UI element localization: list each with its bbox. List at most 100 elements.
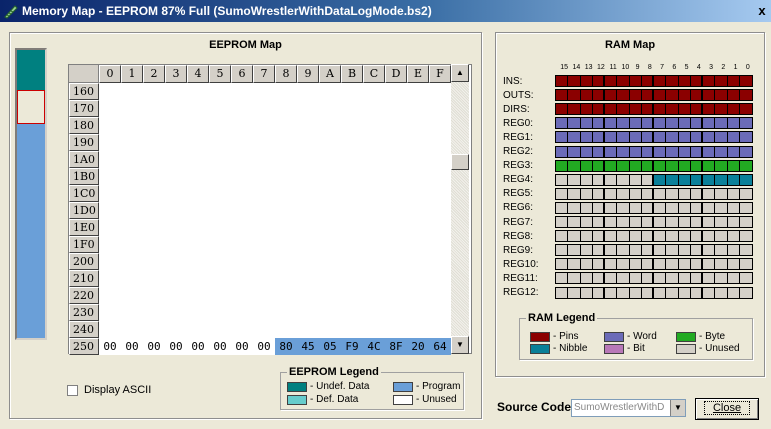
bit-number: 1 [733,64,738,71]
scroll-thumb[interactable] [451,154,469,170]
eeprom-cell [429,134,451,151]
eeprom-overview-bar[interactable] [15,48,47,340]
bit-number: 11 [609,64,617,71]
column-header: D [385,65,407,83]
ram-bit-cell [739,146,752,157]
eeprom-scrollbar[interactable]: ▲ ▼ [451,64,469,354]
eeprom-cell [121,304,143,321]
ram-bit-cell [654,132,667,143]
eeprom-cell [319,185,341,202]
ram-bit-cell [654,273,667,284]
ram-bit-cell [629,104,642,115]
ram-cells [555,258,753,271]
ram-bit-cell [605,76,618,86]
eeprom-cell [341,253,363,270]
ram-bit-cell [715,132,728,143]
eeprom-row: 1D0 [69,202,451,219]
ram-bit-cell [739,273,752,284]
eeprom-cell [363,168,385,185]
eeprom-cell: 00 [121,338,143,355]
eeprom-cell: 80 [275,338,297,355]
eeprom-row: 1A0 [69,151,451,168]
row-address: 1D0 [69,202,99,219]
ram-register-label: INS: [503,75,523,87]
ram-bit-cell [715,287,728,298]
eeprom-cell [275,83,297,100]
eeprom-cell [121,151,143,168]
ram-cells [555,272,753,285]
eeprom-cell [385,185,407,202]
eeprom-cell [341,321,363,338]
eeprom-cell [165,202,187,219]
ram-bit-cell [666,146,679,157]
ram-bit-cell [556,273,569,284]
eeprom-cell [319,168,341,185]
ram-register-label: REG0: [503,117,534,129]
ram-row: REG7: [503,216,753,228]
ram-bit-cell [739,188,752,199]
eeprom-cell [429,100,451,117]
ram-bit-cell [727,118,740,129]
ram-bit-cell [556,160,569,171]
bit-numbers: 15 14 13 12 11 10 9 8 7 6 5 4 3 2 1 0 [558,64,754,71]
ram-bit-cell [629,174,642,185]
close-button[interactable]: Close [695,398,759,420]
ram-cells [555,286,753,299]
legend-program-label: - Program [416,381,461,392]
close-window-button[interactable]: x [755,2,769,20]
ram-bit-cell [556,118,569,129]
eeprom-cell [297,168,319,185]
eeprom-cell [275,304,297,321]
overview-view-window[interactable] [17,90,45,124]
scroll-up-button[interactable]: ▲ [451,64,469,82]
eeprom-cell [341,100,363,117]
eeprom-cell [363,185,385,202]
eeprom-cell [407,219,429,236]
eeprom-cell [121,287,143,304]
ram-bit-cell [605,245,618,256]
source-code-select[interactable]: SumoWrestlerWithD ▼ [571,399,686,417]
eeprom-cell [297,202,319,219]
ram-bit-cell [727,104,740,115]
eeprom-cell [297,151,319,168]
eeprom-cell [429,287,451,304]
eeprom-cell [165,236,187,253]
ram-bit-cell [568,202,581,213]
eeprom-cell [407,202,429,219]
row-address: 190 [69,134,99,151]
column-header: F [429,65,451,83]
ram-bit-cell [690,273,703,284]
eeprom-cell [253,100,275,117]
ram-bit-cell [580,202,593,213]
display-ascii-checkbox[interactable]: Display ASCII [67,384,151,396]
eeprom-cell [407,304,429,321]
ram-bit-cell [715,76,728,86]
ram-bit-cell [605,188,618,199]
chevron-down-icon[interactable]: ▼ [670,400,685,416]
eeprom-cell [253,219,275,236]
scroll-down-button[interactable]: ▼ [451,336,469,354]
ram-bit-cell [715,245,728,256]
eeprom-cell [231,134,253,151]
ram-register-label: REG5: [503,188,534,200]
eeprom-cell [143,168,165,185]
ram-bit-cell [580,231,593,242]
eeprom-cell [275,100,297,117]
eeprom-cell [275,219,297,236]
ram-bit-cell [592,273,605,284]
column-header: C [363,65,385,83]
ram-bit-cell [617,287,630,298]
eeprom-cell [231,304,253,321]
ram-bit-cell [556,259,569,270]
checkbox-box[interactable] [67,384,78,396]
ram-bit-cell [654,202,667,213]
eeprom-cell [121,270,143,287]
ram-bit-cell [629,245,642,256]
eeprom-cell [363,83,385,100]
ram-bit-cell [690,90,703,101]
eeprom-cell [385,151,407,168]
ram-bit-cell [678,287,691,298]
ram-bit-cell [739,231,752,242]
ram-bit-cell [592,188,605,199]
ram-bit-cell [703,146,716,157]
